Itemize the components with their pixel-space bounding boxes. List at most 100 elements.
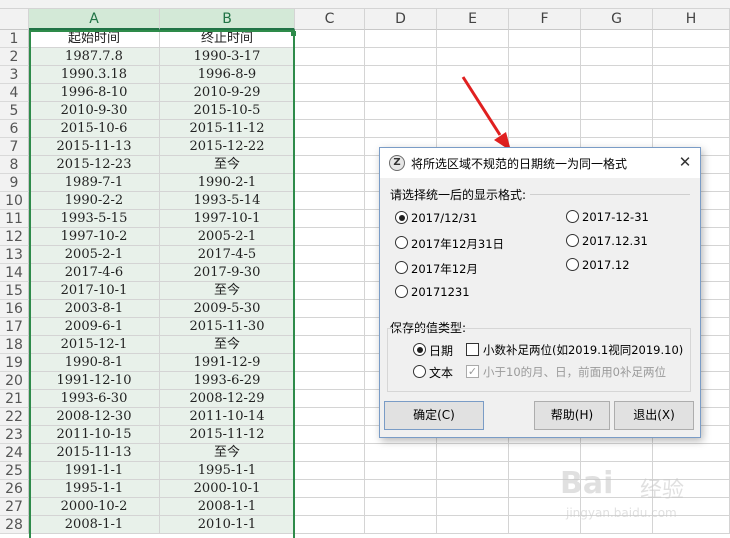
empty-cell[interactable] bbox=[365, 462, 437, 480]
format-radio-chinese-full[interactable] bbox=[395, 236, 408, 249]
table-cell[interactable]: 2017-9-30 bbox=[160, 264, 295, 282]
row-header[interactable]: 21 bbox=[0, 390, 29, 408]
empty-cell[interactable] bbox=[437, 48, 509, 66]
empty-cell[interactable] bbox=[295, 156, 365, 174]
table-cell[interactable]: 2015-12-23 bbox=[29, 156, 160, 174]
table-cell[interactable]: 1991-12-10 bbox=[29, 372, 160, 390]
row-header[interactable]: 27 bbox=[0, 498, 29, 516]
row-header[interactable]: 9 bbox=[0, 174, 29, 192]
table-cell[interactable]: 2017-4-5 bbox=[160, 246, 295, 264]
table-cell[interactable]: 2017-4-6 bbox=[29, 264, 160, 282]
table-cell[interactable]: 2015-11-12 bbox=[160, 120, 295, 138]
empty-cell[interactable] bbox=[365, 48, 437, 66]
empty-cell[interactable] bbox=[509, 84, 581, 102]
empty-cell[interactable] bbox=[509, 120, 581, 138]
table-cell[interactable]: 1990-2-1 bbox=[160, 174, 295, 192]
row-header[interactable]: 5 bbox=[0, 102, 29, 120]
header-cell[interactable]: 终止时间 bbox=[160, 30, 295, 48]
row-header[interactable]: 12 bbox=[0, 228, 29, 246]
column-header-h[interactable]: H bbox=[653, 9, 730, 30]
row-header[interactable]: 19 bbox=[0, 354, 29, 372]
format-radio-dash[interactable] bbox=[566, 210, 579, 223]
row-header[interactable]: 7 bbox=[0, 138, 29, 156]
fill-handle[interactable] bbox=[291, 31, 296, 36]
table-cell[interactable]: 1991-1-1 bbox=[29, 462, 160, 480]
empty-cell[interactable] bbox=[365, 516, 437, 534]
close-icon[interactable]: ✕ bbox=[676, 153, 694, 171]
empty-cell[interactable] bbox=[295, 354, 365, 372]
table-cell[interactable]: 2015-12-1 bbox=[29, 336, 160, 354]
empty-cell[interactable] bbox=[295, 246, 365, 264]
empty-cell[interactable] bbox=[295, 30, 365, 48]
format-radio-chinese-month[interactable] bbox=[395, 261, 408, 274]
format-radio-dot-month[interactable] bbox=[566, 258, 579, 271]
row-header[interactable]: 28 bbox=[0, 516, 29, 534]
column-header-a[interactable]: A bbox=[29, 9, 160, 30]
table-cell[interactable]: 1990.3.18 bbox=[29, 66, 160, 84]
row-header[interactable]: 24 bbox=[0, 444, 29, 462]
table-cell[interactable]: 1990-2-2 bbox=[29, 192, 160, 210]
empty-cell[interactable] bbox=[365, 444, 437, 462]
empty-cell[interactable] bbox=[437, 462, 509, 480]
row-header[interactable]: 20 bbox=[0, 372, 29, 390]
table-cell[interactable]: 2015-11-13 bbox=[29, 444, 160, 462]
empty-cell[interactable] bbox=[295, 120, 365, 138]
type-radio-text[interactable] bbox=[413, 365, 426, 378]
select-all-corner[interactable] bbox=[0, 9, 29, 30]
row-header[interactable]: 22 bbox=[0, 408, 29, 426]
row-header[interactable]: 2 bbox=[0, 48, 29, 66]
table-cell[interactable]: 1996-8-10 bbox=[29, 84, 160, 102]
table-cell[interactable]: 2015-12-22 bbox=[160, 138, 295, 156]
empty-cell[interactable] bbox=[295, 462, 365, 480]
empty-cell[interactable] bbox=[437, 84, 509, 102]
table-cell[interactable]: 2000-10-2 bbox=[29, 498, 160, 516]
empty-cell[interactable] bbox=[295, 426, 365, 444]
row-header[interactable]: 3 bbox=[0, 66, 29, 84]
empty-cell[interactable] bbox=[509, 30, 581, 48]
empty-cell[interactable] bbox=[295, 66, 365, 84]
empty-cell[interactable] bbox=[437, 498, 509, 516]
empty-cell[interactable] bbox=[653, 102, 730, 120]
table-cell[interactable]: 至今 bbox=[160, 282, 295, 300]
column-header-c[interactable]: C bbox=[295, 9, 365, 30]
row-header[interactable]: 10 bbox=[0, 192, 29, 210]
table-cell[interactable]: 1993-5-15 bbox=[29, 210, 160, 228]
zero-pad-checkbox[interactable]: ✓ bbox=[466, 365, 479, 378]
row-header[interactable]: 17 bbox=[0, 318, 29, 336]
table-cell[interactable]: 2009-6-1 bbox=[29, 318, 160, 336]
table-cell[interactable]: 1993-5-14 bbox=[160, 192, 295, 210]
table-cell[interactable]: 2008-1-1 bbox=[29, 516, 160, 534]
exit-button[interactable]: 退出(X) bbox=[614, 401, 694, 430]
empty-cell[interactable] bbox=[295, 372, 365, 390]
empty-cell[interactable] bbox=[509, 66, 581, 84]
empty-cell[interactable] bbox=[295, 192, 365, 210]
empty-cell[interactable] bbox=[365, 66, 437, 84]
empty-cell[interactable] bbox=[653, 66, 730, 84]
column-header-g[interactable]: G bbox=[581, 9, 653, 30]
empty-cell[interactable] bbox=[437, 102, 509, 120]
row-header[interactable]: 25 bbox=[0, 462, 29, 480]
type-radio-date[interactable] bbox=[413, 343, 426, 356]
table-cell[interactable]: 2005-2-1 bbox=[29, 246, 160, 264]
row-header[interactable]: 1 bbox=[0, 30, 29, 48]
empty-cell[interactable] bbox=[437, 516, 509, 534]
empty-cell[interactable] bbox=[365, 120, 437, 138]
table-cell[interactable]: 2011-10-15 bbox=[29, 426, 160, 444]
empty-cell[interactable] bbox=[295, 318, 365, 336]
table-cell[interactable]: 1997-10-2 bbox=[29, 228, 160, 246]
empty-cell[interactable] bbox=[295, 84, 365, 102]
empty-cell[interactable] bbox=[653, 48, 730, 66]
empty-cell[interactable] bbox=[295, 336, 365, 354]
row-header[interactable]: 6 bbox=[0, 120, 29, 138]
empty-cell[interactable] bbox=[365, 480, 437, 498]
row-header[interactable]: 11 bbox=[0, 210, 29, 228]
empty-cell[interactable] bbox=[581, 30, 653, 48]
table-cell[interactable]: 2003-8-1 bbox=[29, 300, 160, 318]
column-header-e[interactable]: E bbox=[437, 9, 509, 30]
table-cell[interactable]: 1990-3-17 bbox=[160, 48, 295, 66]
empty-cell[interactable] bbox=[437, 30, 509, 48]
empty-cell[interactable] bbox=[365, 498, 437, 516]
empty-cell[interactable] bbox=[653, 120, 730, 138]
table-cell[interactable]: 2005-2-1 bbox=[160, 228, 295, 246]
empty-cell[interactable] bbox=[653, 84, 730, 102]
